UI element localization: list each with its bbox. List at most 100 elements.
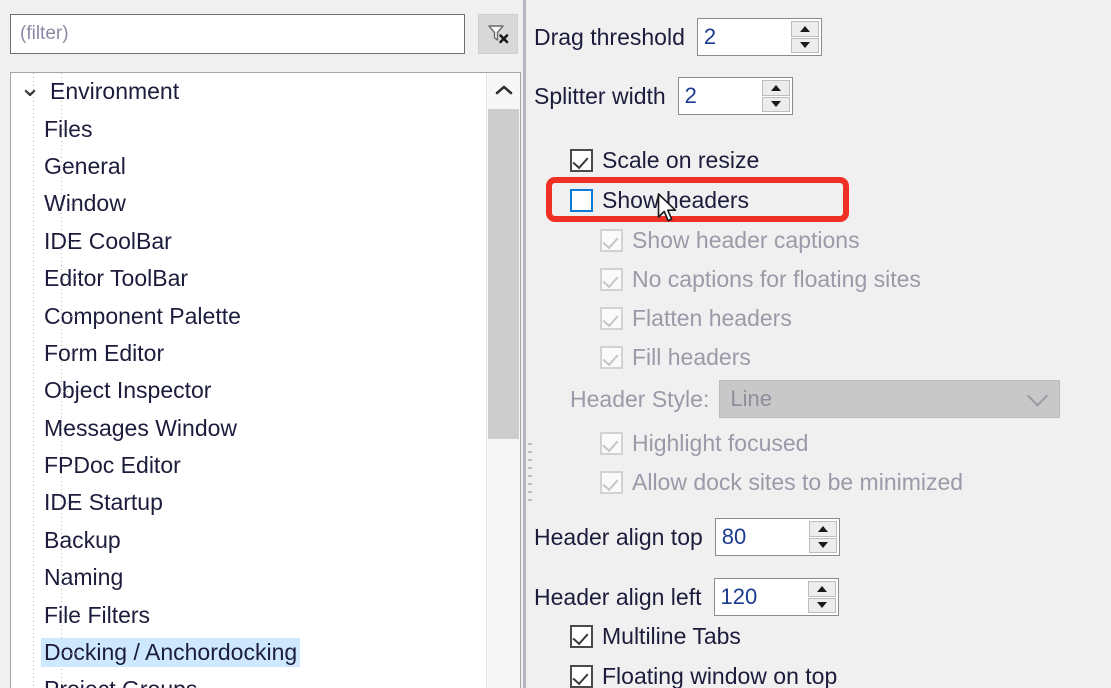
header-align-top-spin[interactable] xyxy=(714,518,840,556)
scrollbar-up-button[interactable] xyxy=(487,73,520,106)
tree-branch-dash xyxy=(63,390,80,392)
drag-threshold-input[interactable] xyxy=(697,19,791,55)
splitter-width-spin-buttons xyxy=(761,78,792,114)
checkbox-box-highlight-focused xyxy=(600,432,623,455)
tree-item-project-groups[interactable]: Project Groups xyxy=(11,671,486,688)
header-align-left-increment[interactable] xyxy=(807,581,836,597)
tree-branch-dash xyxy=(63,540,80,542)
header-style-combobox[interactable]: Line xyxy=(719,380,1061,418)
tree-item-file-filters[interactable]: File Filters xyxy=(11,596,486,633)
checkbox-show-headers[interactable]: Show headers xyxy=(570,187,749,214)
checkbox-label-scale-on-resize: Scale on resize xyxy=(602,147,760,173)
triangle-up-icon xyxy=(770,84,781,91)
chevron-down-icon xyxy=(1027,385,1049,407)
triangle-up-icon xyxy=(817,525,828,532)
header-align-left-decrement[interactable] xyxy=(807,597,836,613)
splitter-width-spin[interactable] xyxy=(677,77,793,115)
checkbox-box-show-headers[interactable] xyxy=(570,189,593,212)
splitter-width-label: Splitter width xyxy=(534,82,666,109)
checkbox-scale-on-resize[interactable]: Scale on resize xyxy=(570,147,759,174)
panel-splitter[interactable] xyxy=(523,0,526,688)
clear-filter-button[interactable] xyxy=(478,14,518,54)
header-align-top-spin-buttons xyxy=(808,519,839,555)
chevron-up-icon xyxy=(495,85,512,94)
checkbox-label-floating-window-on-top: Floating window on top xyxy=(602,665,838,688)
filter-input[interactable] xyxy=(10,14,465,54)
tree-item-environment[interactable]: ⌄ Environment xyxy=(11,73,486,110)
tree-item-label: Project Groups xyxy=(41,675,200,688)
tree-item-naming[interactable]: Naming xyxy=(11,559,486,596)
drag-threshold-spin[interactable] xyxy=(696,18,822,56)
tree-scrollbar[interactable] xyxy=(486,73,520,688)
tree-item-label: IDE CoolBar xyxy=(44,227,172,254)
header-align-left-input[interactable] xyxy=(714,579,808,615)
tree-item-form-editor[interactable]: Form Editor xyxy=(11,335,486,372)
tree-item-ide-coolbar[interactable]: IDE CoolBar xyxy=(11,223,486,260)
filter-row xyxy=(10,14,518,54)
tree-item-label: IDE Startup xyxy=(44,489,163,516)
checkbox-allow-dock-sites-minimized: Allow dock sites to be minimized xyxy=(600,469,963,496)
tree-item-files[interactable]: Files xyxy=(11,110,486,147)
tree-branch-dash xyxy=(63,353,80,355)
checkbox-box-scale-on-resize[interactable] xyxy=(570,149,593,172)
tree-item-editor-toolbar[interactable]: Editor ToolBar xyxy=(11,260,486,297)
header-align-top-label: Header align top xyxy=(534,523,703,550)
drag-threshold-decrement[interactable] xyxy=(790,37,819,53)
triangle-up-icon xyxy=(799,25,810,32)
tree-branch-dash xyxy=(63,577,80,579)
tree-item-messages-window[interactable]: Messages Window xyxy=(11,410,486,447)
checkbox-box-no-captions-floating-sites xyxy=(600,268,623,291)
splitter-width-increment[interactable] xyxy=(761,80,790,96)
header-align-left-spin[interactable] xyxy=(713,578,839,616)
tree-item-object-inspector[interactable]: Object Inspector xyxy=(11,372,486,409)
docking-options-panel: Drag threshold Splitter width Scale on r… xyxy=(534,0,1111,688)
triangle-up-icon xyxy=(816,585,827,592)
checkbox-box-fill-headers xyxy=(600,346,623,369)
drag-threshold-spin-buttons xyxy=(790,19,821,55)
tree-branch-dash xyxy=(63,278,80,280)
header-style-value: Line xyxy=(730,386,772,411)
splitter-width-row: Splitter width xyxy=(534,77,793,115)
tree-item-ide-startup[interactable]: IDE Startup xyxy=(11,484,486,521)
tree-item-fpdoc-editor[interactable]: FPDoc Editor xyxy=(11,447,486,484)
checkbox-box-flatten-headers xyxy=(600,307,623,330)
tree-item-docking-anchordocking[interactable]: Docking / Anchordocking xyxy=(11,634,486,671)
scrollbar-thumb[interactable] xyxy=(488,109,519,439)
tree-item-general[interactable]: General xyxy=(11,148,486,185)
header-align-top-decrement[interactable] xyxy=(808,537,837,553)
tree-item-label: Environment xyxy=(50,78,180,105)
tree-item-window[interactable]: Window xyxy=(11,185,486,222)
header-align-top-increment[interactable] xyxy=(808,521,837,537)
header-align-left-spin-buttons xyxy=(807,579,838,615)
checkbox-box-allow-dock-sites-minimized xyxy=(600,471,623,494)
drag-threshold-increment[interactable] xyxy=(790,21,819,37)
triangle-down-icon xyxy=(799,42,810,49)
tree-item-component-palette[interactable]: Component Palette xyxy=(11,297,486,334)
checkbox-label-show-headers: Show headers xyxy=(602,187,750,213)
checkbox-fill-headers: Fill headers xyxy=(600,344,751,371)
checkbox-box-multiline-tabs[interactable] xyxy=(570,625,593,648)
checkbox-box-show-header-captions xyxy=(600,229,623,252)
triangle-down-icon xyxy=(817,542,828,549)
tree-branch-dash xyxy=(63,166,80,168)
splitter-width-decrement[interactable] xyxy=(761,96,790,112)
options-tree-panel: ⌄EnvironmentFiles General Window IDE CoolBa… xyxy=(0,0,524,688)
tree-item-backup[interactable]: Backup xyxy=(11,522,486,559)
tree-item-label: Window xyxy=(44,190,126,217)
checkbox-floating-window-on-top[interactable]: Floating window on top xyxy=(570,665,837,688)
tree-branch-dash xyxy=(63,428,80,430)
tree-branch-dash xyxy=(63,652,80,654)
checkbox-multiline-tabs[interactable]: Multiline Tabs xyxy=(570,623,741,650)
splitter-width-input[interactable] xyxy=(678,78,762,114)
options-tree[interactable]: ⌄ Environment Files General Window IDE CoolBa… xyxy=(10,72,521,688)
tree-item-label: General xyxy=(44,152,126,179)
checkbox-label-highlight-focused: Highlight focused xyxy=(632,430,809,456)
splitter-grip-dots xyxy=(528,443,532,503)
tree-item-label: File Filters xyxy=(44,601,151,628)
tree-item-label: Naming xyxy=(44,564,124,591)
checkbox-box-floating-window-on-top[interactable] xyxy=(570,665,593,688)
header-align-top-input[interactable] xyxy=(715,519,809,555)
tree-rows-container: ⌄ Environment Files General Window IDE CoolBa… xyxy=(11,73,486,688)
header-style-row: Header Style: Line xyxy=(570,380,1061,418)
triangle-down-icon xyxy=(770,101,781,108)
